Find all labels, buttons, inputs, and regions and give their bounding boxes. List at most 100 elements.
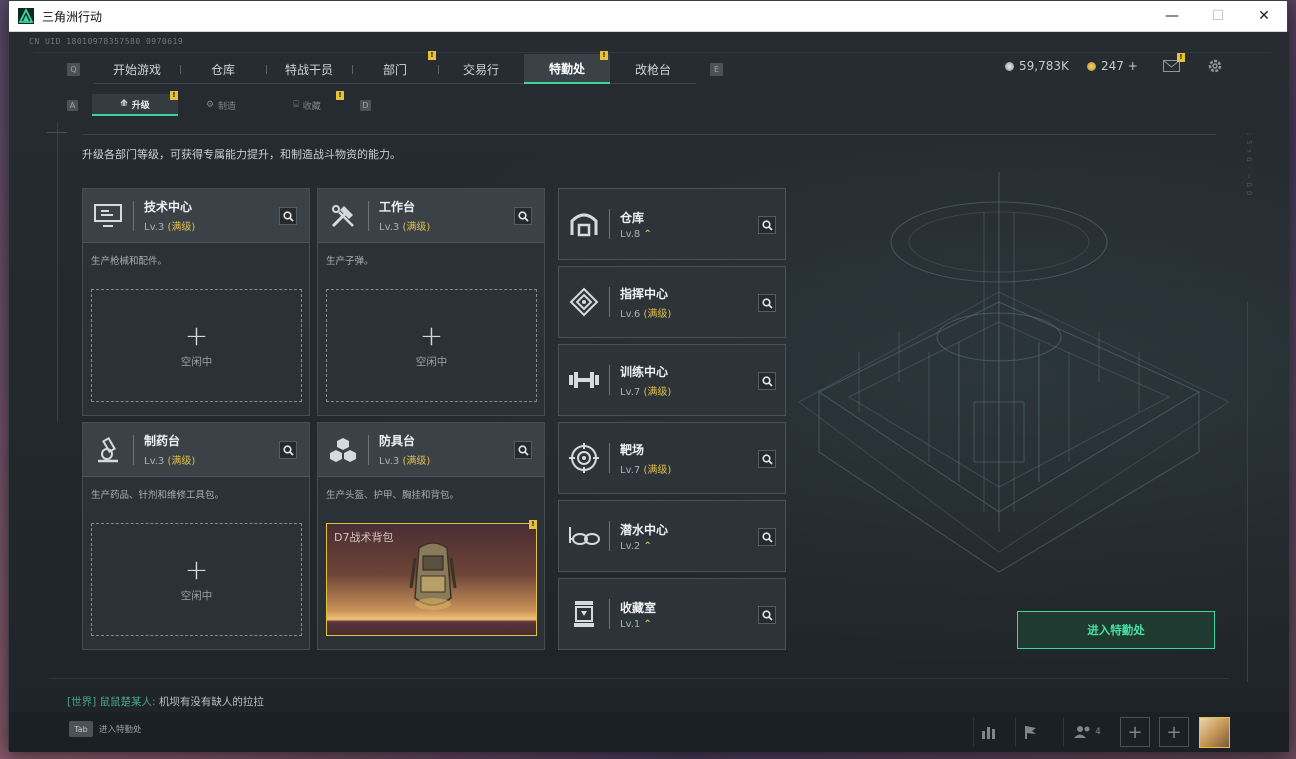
search-icon[interactable] [758,294,776,312]
mail-alert-badge: ! [1177,53,1185,62]
facility-name: 训练中心 [620,364,669,379]
product-name: D7战术背包 [334,531,394,544]
subtab-craft[interactable]: ⚙ 制造 [178,94,264,116]
window-title: 三角洲行动 [42,9,103,24]
chat-user[interactable]: 鼠鼠楚某人: [100,696,156,708]
collection-icon: ⌸ [293,100,299,110]
search-icon[interactable] [758,606,776,624]
tab-department[interactable]: 部门! [352,51,438,84]
tab-special-ops[interactable]: 特勤处! [524,51,610,84]
base-wireframe-illustration [798,172,1231,573]
workshop-name: 防具台 [379,434,416,448]
game-viewport: CN UID 18010978357580 0970619 : S ↑ Ω · … [9,32,1289,752]
warehouse-icon [559,188,609,260]
idle-label: 空闲中 [415,356,448,368]
bottom-bar: Tab 进入特勤处 4 + + [9,712,1289,752]
facility-level: Lv.7 [620,464,641,476]
stats-chart-icon[interactable] [973,717,1003,747]
dumbbell-icon [559,344,609,416]
workshop-card-workbench[interactable]: 工作台 Lv.3 (满级) 生产子弹。 + 空闲中 [317,188,545,416]
minimize-button[interactable]: — [1149,1,1195,32]
idle-slot[interactable]: + 空闲中 [91,289,302,402]
search-icon[interactable] [758,216,776,234]
tab-warehouse[interactable]: 仓库 [180,54,266,84]
workshop-card-armor-bench[interactable]: 防具台 Lv.3 (满级) 生产头盔、护甲、胸挂和背包。 D7战术背包 ! [317,422,545,650]
search-icon[interactable] [279,207,297,225]
special-ops-alert-badge: ! [600,51,608,60]
facility-shooting-range[interactable]: 靶场 Lv.7 (满级) [558,422,786,494]
upgrade-alert-badge: ! [170,91,178,100]
facility-name: 靶场 [620,442,645,457]
workshop-level: Lv.3 [379,222,400,233]
facility-name: 潜水中心 [620,522,669,537]
nav-prev-key[interactable]: Q [67,62,80,76]
subnav-prev-key[interactable]: A [67,99,78,111]
trophy-icon [559,578,609,650]
upgrade-icon: ⟰ [120,99,128,109]
tab-start-game[interactable]: 开始游戏 [94,54,180,84]
goggles-icon [559,500,609,572]
plus-icon: + [184,553,209,586]
mail-icon[interactable]: ! [1161,53,1185,75]
game-window: 三角洲行动 — ☐ ✕ CN UID 18010978357580 097061… [8,0,1289,752]
add-teammate-button-2[interactable]: + [1159,717,1189,747]
enter-special-ops-button[interactable]: 进入特勤处 [1017,611,1215,649]
player-uid: CN UID 18010978357580 0970619 [29,37,184,46]
add-teammate-button-1[interactable]: + [1120,717,1150,747]
tab-key-label: 进入特勤处 [99,725,142,735]
facility-diving-center[interactable]: 潜水中心 Lv.2 ⌃ [558,500,786,572]
workshop-card-tech-center[interactable]: 技术中心 Lv.3 (满级) 生产枪械和配件。 + 空闲中 [82,188,310,416]
settings-gear-icon[interactable] [1205,57,1225,75]
point-balance[interactable]: 247 + [1087,59,1138,73]
search-icon[interactable] [514,207,532,225]
enter-special-ops-hotkey[interactable]: Tab 进入特勤处 [69,721,142,737]
product-ready-badge: ! [529,520,537,529]
command-icon [559,266,609,338]
facility-command-center[interactable]: 指挥中心 Lv.6 (满级) [558,266,786,338]
upgrade-arrow-icon: ⌃ [643,540,652,552]
sub-nav: A ⟰ 升级! ⚙ 制造 ⌸ 收藏! D [67,91,371,116]
facility-warehouse[interactable]: 仓库 Lv.8 ⌃ [558,188,786,260]
search-icon[interactable] [279,441,297,459]
subnav-next-key[interactable]: D [360,99,371,111]
target-icon [559,422,609,494]
tab-trading[interactable]: 交易行 [438,54,524,84]
max-level-tag: (满级) [643,386,672,398]
team-members-icon[interactable]: 4 [1063,717,1111,747]
subtab-upgrade[interactable]: ⟰ 升级! [92,91,178,116]
workshop-description: 生产子弹。 [326,256,374,267]
search-icon[interactable] [758,528,776,546]
workshop-description: 生产枪械和配件。 [91,256,168,267]
facility-collection-room[interactable]: 收藏室 Lv.1 ⌃ [558,578,786,650]
workshop-card-pharmacy[interactable]: 制药台 Lv.3 (满级) 生产药品、针剂和维修工具包。 + 空闲中 [82,422,310,650]
page-description: 升级各部门等级，可获得专属能力提升，和制造战斗物资的能力。 [82,148,401,161]
close-button[interactable]: ✕ [1241,1,1287,32]
tab-gunsmith[interactable]: 改枪台 [610,54,696,84]
product-slot[interactable]: D7战术背包 ! [326,520,537,636]
idle-slot[interactable]: + 空闲中 [326,289,537,402]
max-level-tag: (满级) [167,222,196,233]
search-icon[interactable] [514,441,532,459]
tab-operators[interactable]: 特战干员 [266,54,352,84]
chat-channel: [世界] [67,696,97,708]
nav-next-key[interactable]: E [710,62,723,76]
facility-name: 指挥中心 [620,286,669,301]
workshop-name: 技术中心 [144,200,193,214]
facility-level: Lv.7 [620,386,641,398]
subtab-collection[interactable]: ⌸ 收藏! [264,91,350,116]
title-bar: 三角洲行动 — ☐ ✕ [9,1,1287,32]
facility-training-center[interactable]: 训练中心 Lv.7 (满级) [558,344,786,416]
silver-coin-icon [1005,61,1014,71]
workshop-name: 制药台 [144,434,181,448]
collection-alert-badge: ! [336,91,344,100]
workshop-description: 生产头盔、护甲、胸挂和背包。 [326,490,460,501]
search-icon[interactable] [758,450,776,468]
idle-slot[interactable]: + 空闲中 [91,523,302,636]
search-icon[interactable] [758,372,776,390]
player-avatar[interactable] [1199,717,1230,748]
app-logo-icon [18,8,34,24]
maximize-button[interactable]: ☐ [1195,1,1241,32]
world-chat-line[interactable]: [世界] 鼠鼠楚某人: 机坝有没有缺人的拉拉 [67,694,264,709]
workshop-level: Lv.3 [379,456,400,467]
flag-icon[interactable] [1015,717,1045,747]
